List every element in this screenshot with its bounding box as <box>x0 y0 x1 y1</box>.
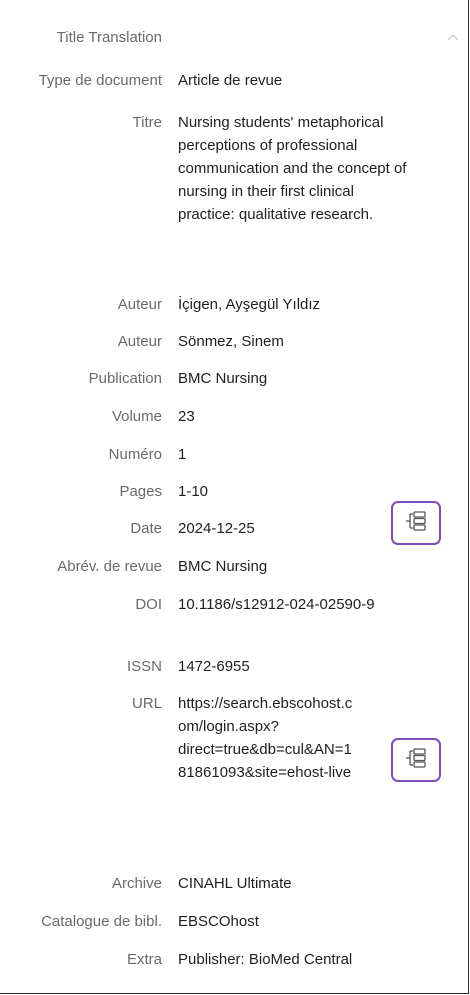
field-label: Date <box>130 520 162 537</box>
field-row-date: Date 2024-12-25 <box>0 517 440 555</box>
field-value[interactable]: Nursing students' metaphorical perceptio… <box>178 111 410 226</box>
date-options-button[interactable] <box>391 501 441 545</box>
field-value[interactable]: 1472-6955 <box>178 655 414 679</box>
field-label: DOI <box>135 596 162 613</box>
field-label: Titre <box>132 114 162 131</box>
field-value[interactable]: Publisher: BioMed Central <box>178 948 414 972</box>
field-row-archive: Archive CINAHL Ultimate <box>0 872 440 910</box>
field-row-title: Titre Nursing students' metaphorical per… <box>0 111 440 293</box>
field-label: URL <box>131 695 162 712</box>
field-row-author: Auteur İçigen, Ayşegül Yıldız <box>0 293 440 330</box>
field-label: Auteur <box>117 296 162 313</box>
field-label: Publication <box>88 370 162 387</box>
field-row-author: Auteur Sönmez, Sinem <box>0 330 440 367</box>
field-value[interactable]: İçigen, Ayşegül Yıldız <box>178 293 414 317</box>
field-label: Type de document <box>38 72 162 89</box>
field-value[interactable]: EBSCOhost <box>178 910 414 934</box>
field-value[interactable]: https://search.ebscohost.com/login.aspx?… <box>178 692 358 784</box>
field-row-publication: Publication BMC Nursing <box>0 367 440 405</box>
field-value[interactable]: BMC Nursing <box>178 555 414 579</box>
field-row-issn: ISSN 1472-6955 <box>0 655 440 692</box>
field-row-volume: Volume 23 <box>0 405 440 443</box>
field-row-url: URL https://search.ebscohost.com/login.a… <box>0 692 440 872</box>
field-label: Extra <box>126 951 162 968</box>
field-label: Numéro <box>108 446 162 463</box>
field-value[interactable]: 23 <box>178 405 414 429</box>
field-label: ISSN <box>126 658 162 675</box>
tree-view-icon <box>404 747 428 773</box>
field-row-doi: DOI 10.1186/s12912-024-02590-9 <box>0 593 440 655</box>
item-info-pane: Title Translation Type de document Artic… <box>0 0 469 994</box>
field-row-journal-abbreviation: Abrév. de revue BMC Nursing <box>0 555 440 593</box>
field-value[interactable]: Sönmez, Sinem <box>178 330 414 354</box>
metadata-fields: Title Translation Type de document Artic… <box>0 26 440 986</box>
tree-view-icon <box>404 510 428 536</box>
field-label: Pages <box>119 483 162 500</box>
field-label: Auteur <box>117 333 162 350</box>
field-value[interactable]: 1 <box>178 443 414 467</box>
field-label: Archive <box>111 875 162 892</box>
field-value[interactable]: 2024-12-25 <box>178 517 414 541</box>
field-value[interactable]: BMC Nursing <box>178 367 414 391</box>
field-value[interactable]: 1-10 <box>178 480 414 504</box>
field-row-library-catalog: Catalogue de bibl. EBSCOhost <box>0 910 440 948</box>
field-value[interactable]: 10.1186/s12912-024-02590-9 <box>178 593 414 617</box>
field-label: Title Translation <box>56 29 162 46</box>
field-row-extra: Extra Publisher: BioMed Central <box>0 948 440 986</box>
url-options-button[interactable] <box>391 738 441 782</box>
field-row-pages: Pages 1-10 <box>0 480 440 517</box>
field-value[interactable]: Article de revue <box>178 69 414 93</box>
field-row-item-type: Type de document Article de revue <box>0 69 440 111</box>
field-value[interactable]: CINAHL Ultimate <box>178 872 414 896</box>
field-row-title-translation: Title Translation <box>0 26 440 69</box>
field-label: Abrév. de revue <box>57 558 162 575</box>
field-label: Catalogue de bibl. <box>41 913 162 930</box>
chevron-up-icon[interactable] <box>447 28 459 41</box>
field-row-issue: Numéro 1 <box>0 443 440 480</box>
field-label: Volume <box>111 408 162 425</box>
